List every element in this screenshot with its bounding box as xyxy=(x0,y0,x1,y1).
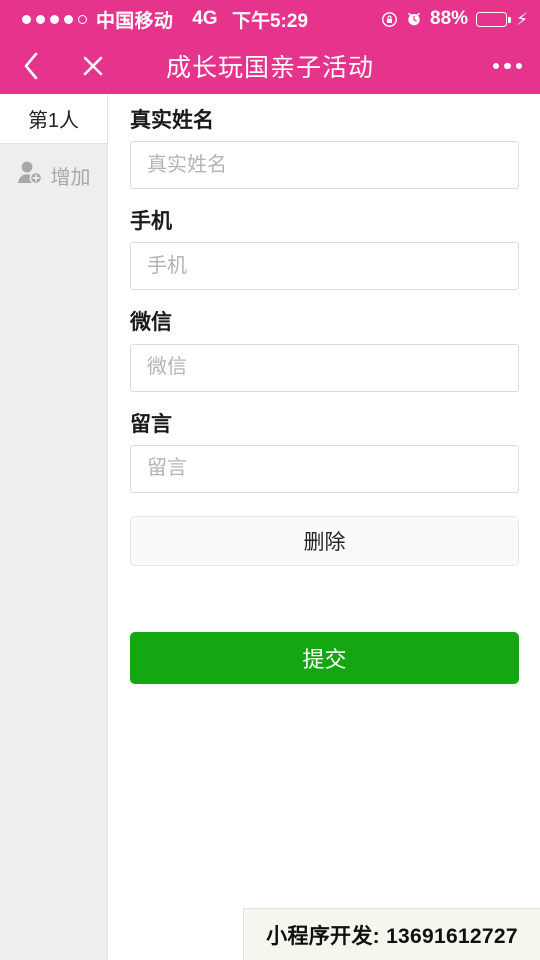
phone-screen: 中国移动 4G 下午5:29 88% ⚡ 成长玩国亲子活动 第1人 增加 真实姓… xyxy=(0,0,540,960)
sidebar-item-add-person[interactable]: 增加 xyxy=(0,144,107,206)
person-sidebar: 第1人 增加 xyxy=(0,94,108,960)
more-dot-2 xyxy=(504,62,511,70)
battery-percent-label: 88% xyxy=(430,8,469,29)
field-label-phone: 手机 xyxy=(130,210,172,234)
more-options-button[interactable] xyxy=(492,62,522,70)
more-dot-1 xyxy=(492,62,499,70)
field-label-wechat: 微信 xyxy=(130,311,172,335)
phone-input[interactable] xyxy=(130,242,519,291)
more-dot-3 xyxy=(515,62,522,70)
wechat-input[interactable] xyxy=(130,343,519,392)
message-input[interactable] xyxy=(130,444,519,493)
registration-form: 真实姓名 手机 微信 留言 删除 提交 xyxy=(108,94,540,960)
field-label-real-name: 真实姓名 xyxy=(130,109,214,132)
field-label-message: 留言 xyxy=(130,412,172,436)
field-wechat: 微信 xyxy=(130,310,519,392)
battery-icon xyxy=(476,11,511,27)
field-message: 留言 xyxy=(130,412,519,493)
add-person-icon xyxy=(17,160,44,190)
field-real-name: 真实姓名 xyxy=(130,108,519,190)
nav-bar: 成长玩国亲子活动 xyxy=(0,38,540,94)
person-tab-label: 第1人 xyxy=(27,110,80,132)
submit-button[interactable]: 提交 xyxy=(130,631,519,684)
rotation-lock-icon xyxy=(381,11,398,28)
status-bar: 中国移动 4G 下午5:29 88% ⚡ xyxy=(0,0,540,38)
status-bar-right: 88% ⚡ xyxy=(381,8,528,30)
page-title: 成长玩国亲子活动 xyxy=(165,54,374,82)
content-area: 第1人 增加 真实姓名 手机 xyxy=(0,94,540,960)
charging-bolt-icon: ⚡ xyxy=(516,9,528,29)
developer-watermark: 小程序开发: 13691612727 xyxy=(243,908,540,960)
add-person-label: 增加 xyxy=(50,166,91,189)
sidebar-item-person-1[interactable]: 第1人 xyxy=(0,94,107,144)
delete-button[interactable]: 删除 xyxy=(130,515,519,566)
field-phone: 手机 xyxy=(130,209,519,291)
real-name-input[interactable] xyxy=(130,141,519,190)
alarm-clock-icon xyxy=(406,11,422,27)
